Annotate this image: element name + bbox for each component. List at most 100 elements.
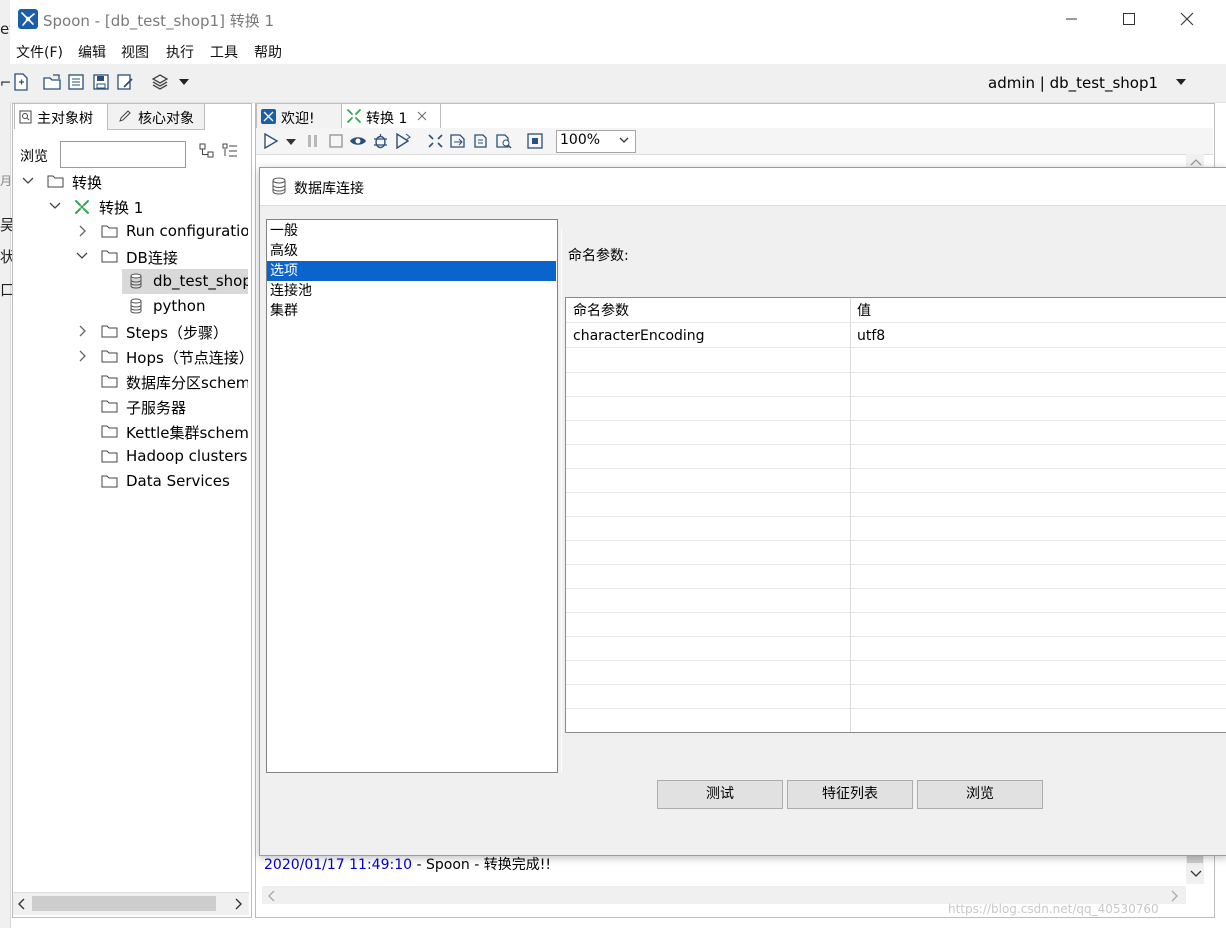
- table-row[interactable]: [566, 588, 1226, 613]
- test-button[interactable]: 测试: [657, 780, 783, 809]
- tree-item-db-connections[interactable]: DB连接: [126, 247, 178, 268]
- minimize-button[interactable]: [1042, 0, 1100, 38]
- tab-label: 转换 1: [366, 111, 408, 127]
- tree-item-data-services[interactable]: Data Services: [126, 472, 230, 490]
- tree-item-python[interactable]: python: [153, 297, 205, 315]
- log-timestamp: 2020/01/17 11:49:10: [264, 857, 413, 873]
- close-button[interactable]: [1158, 0, 1216, 38]
- tree-item-steps[interactable]: Steps（步骤）: [126, 322, 228, 343]
- table-row[interactable]: [566, 708, 1226, 732]
- table-row[interactable]: [566, 660, 1226, 685]
- tree-item-run-configurations[interactable]: Run configurations: [126, 222, 248, 240]
- menu-file[interactable]: 文件(F): [16, 42, 63, 62]
- table-row[interactable]: [566, 516, 1226, 541]
- zoom-select[interactable]: 100%: [556, 130, 636, 153]
- explore-repository-icon[interactable]: [67, 73, 85, 91]
- maximize-button[interactable]: [1100, 0, 1158, 38]
- category-clustering[interactable]: 集群: [267, 301, 556, 321]
- transformation-icon: [346, 108, 362, 124]
- table-row[interactable]: [566, 348, 1226, 373]
- table-row[interactable]: [566, 612, 1226, 637]
- expand-chevron-icon[interactable]: [22, 176, 34, 186]
- dialog-title: 数据库连接: [294, 181, 364, 197]
- category-advanced[interactable]: 高级: [267, 241, 556, 261]
- tree-item-slave-servers[interactable]: 子服务器: [126, 397, 186, 418]
- scroll-right-icon[interactable]: [234, 898, 242, 910]
- show-results-icon[interactable]: [527, 133, 543, 149]
- tree-item-hops[interactable]: Hops（节点连接）: [126, 347, 248, 368]
- preview-eye-icon[interactable]: [349, 134, 367, 148]
- category-pooling[interactable]: 连接池: [267, 281, 556, 301]
- stop-icon[interactable]: [328, 133, 344, 149]
- menu-help[interactable]: 帮助: [254, 42, 282, 62]
- replay-icon[interactable]: [395, 133, 412, 149]
- tab-transformation-1[interactable]: 转换 1: [341, 103, 441, 129]
- save-icon[interactable]: [92, 73, 110, 91]
- connection-dropdown-icon[interactable]: [1176, 78, 1186, 86]
- collapsed-chevron-icon[interactable]: [78, 350, 88, 362]
- tree-collapse-icon[interactable]: [222, 143, 238, 159]
- scroll-up-icon[interactable]: [1190, 158, 1202, 166]
- tree-expand-icon[interactable]: [199, 143, 215, 159]
- expand-chevron-icon[interactable]: [76, 251, 88, 261]
- impact-icon[interactable]: [449, 133, 467, 149]
- folder-icon: [101, 224, 118, 238]
- table-row[interactable]: [566, 444, 1226, 469]
- open-file-icon[interactable]: [43, 73, 61, 91]
- left-scroll-thumb[interactable]: [32, 896, 216, 911]
- folder-icon: [47, 174, 64, 188]
- run-dropdown-icon[interactable]: [286, 138, 296, 146]
- table-row[interactable]: [566, 564, 1226, 589]
- tree-item-transformation-1[interactable]: 转换 1: [99, 197, 143, 218]
- tab-main-tree[interactable]: 主对象树: [14, 103, 108, 129]
- collapsed-chevron-icon[interactable]: [78, 225, 88, 237]
- close-tab-icon[interactable]: [417, 111, 427, 121]
- column-header-value[interactable]: 值: [850, 298, 1226, 322]
- tab-core-objects[interactable]: 核心对象: [107, 103, 205, 130]
- save-as-icon[interactable]: [116, 73, 134, 91]
- table-row[interactable]: [566, 492, 1226, 517]
- scroll-left-icon[interactable]: [18, 898, 26, 910]
- menu-tools[interactable]: 工具: [210, 42, 238, 62]
- tree-item-cluster-schemas[interactable]: Kettle集群schemas: [126, 422, 248, 443]
- verify-icon[interactable]: [427, 133, 444, 149]
- category-options[interactable]: 选项: [267, 261, 556, 281]
- table-row[interactable]: [566, 636, 1226, 661]
- table-row[interactable]: [566, 396, 1226, 421]
- explore-db-icon[interactable]: [495, 133, 513, 149]
- parameter-value-cell[interactable]: utf8: [850, 323, 1226, 347]
- parameter-name-cell[interactable]: characterEncoding: [566, 323, 850, 347]
- tree-item-db-test-shop1[interactable]: db_test_shop1: [153, 272, 248, 290]
- table-row[interactable]: [566, 468, 1226, 493]
- tree-item-hadoop-clusters[interactable]: Hadoop clusters: [126, 447, 247, 465]
- feature-list-button[interactable]: 特征列表: [787, 780, 913, 809]
- table-row[interactable]: [566, 420, 1226, 445]
- scroll-down-icon[interactable]: [1190, 870, 1202, 878]
- browse-input[interactable]: [60, 141, 186, 168]
- debug-icon[interactable]: [372, 133, 389, 149]
- collapsed-chevron-icon[interactable]: [78, 325, 88, 337]
- menu-view[interactable]: 视图: [121, 42, 149, 62]
- pause-icon[interactable]: [306, 133, 320, 149]
- menu-run[interactable]: 执行: [166, 42, 194, 62]
- new-file-icon[interactable]: [12, 73, 30, 91]
- sql-icon[interactable]: [472, 133, 489, 149]
- menu-edit[interactable]: 编辑: [78, 42, 106, 62]
- table-row[interactable]: [566, 372, 1226, 397]
- scroll-right-icon[interactable]: [1170, 890, 1178, 902]
- tree-item-transformations[interactable]: 转换: [72, 172, 102, 193]
- tab-welcome[interactable]: 欢迎!: [256, 103, 342, 130]
- explore-button[interactable]: 浏览: [917, 780, 1043, 809]
- run-icon[interactable]: [263, 133, 279, 149]
- spoon-app-icon: [18, 9, 38, 29]
- table-row[interactable]: characterEncoding utf8: [566, 323, 1226, 348]
- scroll-left-icon[interactable]: [268, 890, 276, 902]
- table-row[interactable]: [566, 684, 1226, 709]
- category-general[interactable]: 一般: [267, 221, 556, 241]
- layers-dropdown-icon[interactable]: [179, 78, 189, 86]
- tree-item-partition-schemas[interactable]: 数据库分区schemas: [126, 372, 248, 393]
- layers-icon[interactable]: [151, 73, 169, 91]
- expand-chevron-icon[interactable]: [49, 201, 61, 211]
- table-row[interactable]: [566, 540, 1226, 565]
- column-header-parameter[interactable]: 命名参数: [566, 298, 850, 322]
